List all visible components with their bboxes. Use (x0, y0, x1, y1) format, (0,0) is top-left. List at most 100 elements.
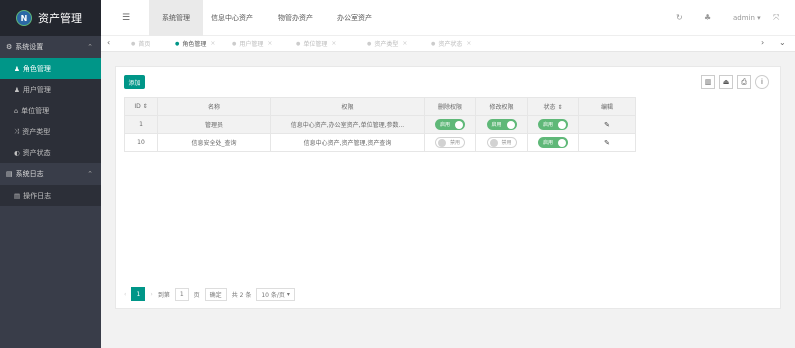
confirm-button[interactable]: 确定 (204, 287, 227, 301)
modify-permission-toggle[interactable]: 启用 (486, 119, 517, 130)
close-icon[interactable]: × (331, 40, 336, 47)
page-tab-label: 资产类型 (374, 41, 399, 48)
total-count: 共 2 条 (231, 291, 252, 299)
nav-group-system-settings[interactable]: ⚙ 系统设置 ⌃ (0, 36, 101, 58)
top-header: ☰ 系统管理 信息中心资产 物管办资产 办公室资产 ↻ ♣ admin ▾ ⤧ (101, 0, 795, 36)
sidebar-item-label: 资产类型 (22, 127, 51, 136)
dot-icon: ● (232, 40, 237, 47)
page-tab-label: 角色管理 (182, 41, 207, 48)
sidebar-item-asset-status[interactable]: ◐ 资产状态 (0, 142, 101, 163)
cell-permission: 信息中心资产,办公室资产,单位管理,参数... (270, 115, 425, 134)
columns-icon[interactable]: ▥ (701, 75, 715, 89)
user-menu[interactable]: admin ▾ (733, 14, 761, 22)
close-icon[interactable]: × (210, 40, 215, 47)
cell-id: 10 (124, 133, 158, 152)
page-tab-home[interactable]: ● 首页 (131, 36, 150, 51)
page-current[interactable]: 1 (131, 287, 146, 301)
column-header-edit: 编辑 (578, 97, 636, 116)
cell-edit: ✎ (578, 133, 636, 152)
pagination: ‹ 1 › 到第 1 页 确定 共 2 条 10 条/页 ▾ (124, 287, 300, 301)
pencil-icon[interactable]: ✎ (604, 139, 610, 147)
column-header-delete-permission: 删除权限 (424, 97, 476, 116)
menu-toggle-icon[interactable]: ☰ (122, 13, 130, 23)
status-toggle[interactable]: 启用 (538, 137, 568, 148)
add-button[interactable]: 添加 (124, 75, 145, 89)
prev-page-icon[interactable]: ‹ (124, 291, 126, 298)
role-table-card: 添加 ▥ ⏏ ⎙ i ID ⇕ 名称 权限 删除权限 修改权限 状态 ⇕ 编辑 … (115, 66, 781, 309)
chevron-up-icon: ⌃ (87, 170, 93, 178)
page-tab-label: 首页 (138, 41, 151, 48)
delete-permission-toggle[interactable]: 禁用 (435, 137, 465, 148)
table-header-row: ID ⇕ 名称 权限 删除权限 修改权限 状态 ⇕ 编辑 (124, 97, 636, 116)
nav-group-label: 系统设置 (15, 43, 44, 51)
modify-permission-toggle[interactable]: 禁用 (486, 137, 517, 148)
dot-icon: ● (296, 40, 301, 47)
page-tab-asset-status[interactable]: ● 资产状态 × (431, 36, 471, 51)
sort-icon: ⇕ (142, 103, 148, 110)
nav-submenu-system: ♟ 角色管理 ♟ 用户管理 ⌂ 单位管理 ⤨ 资产类型 ◐ 资产状态 (0, 58, 101, 163)
fullscreen-icon[interactable]: ⤧ (773, 13, 779, 23)
close-icon[interactable]: × (466, 40, 471, 47)
bank-icon: ⌂ (14, 106, 19, 115)
page-tab-label: 用户管理 (239, 41, 264, 48)
status-toggle[interactable]: 启用 (538, 119, 568, 130)
table-row[interactable]: 10 信息安全处_查询 信息中心资产,资产管理,资产查询 禁用 禁用 启用 ✎ (124, 133, 636, 152)
table-row[interactable]: 1 管理员 信息中心资产,办公室资产,单位管理,参数... 启用 启用 启用 ✎ (124, 115, 636, 134)
per-page-select[interactable]: 10 条/页 ▾ (256, 287, 295, 301)
print-icon[interactable]: ⎙ (737, 75, 751, 89)
cell-delete-permission: 禁用 (424, 133, 476, 152)
sidebar-item-asset-type[interactable]: ⤨ 资产类型 (0, 121, 101, 142)
theme-icon[interactable]: ♣ (704, 13, 711, 22)
sidebar-item-role-management[interactable]: ♟ 角色管理 (0, 58, 101, 79)
sidebar: N 资产管理 ⚙ 系统设置 ⌃ ♟ 角色管理 ♟ 用户管理 ⌂ 单位管理 ⤨ 资… (0, 0, 101, 348)
role-table: ID ⇕ 名称 权限 删除权限 修改权限 状态 ⇕ 编辑 1 管理员 信息中心资… (124, 97, 636, 152)
page-unit: 页 (193, 291, 200, 299)
pencil-icon[interactable]: ✎ (604, 121, 610, 129)
sidebar-item-operation-log[interactable]: ▤ 操作日志 (0, 185, 101, 206)
info-icon[interactable]: i (755, 75, 769, 89)
cell-delete-permission: 启用 (424, 115, 476, 134)
app-title: 资产管理 (38, 12, 82, 25)
column-header-status[interactable]: 状态 ⇕ (527, 97, 579, 116)
header-tab-info-center[interactable]: 信息中心资产 (211, 0, 253, 36)
next-page-icon[interactable]: › (150, 291, 152, 298)
column-header-modify-permission: 修改权限 (475, 97, 528, 116)
cell-modify-permission: 禁用 (475, 133, 528, 152)
header-tab-system[interactable]: 系统管理 (149, 0, 203, 36)
goto-label: 到第 (157, 291, 170, 299)
nav-group-system-log[interactable]: ▤ 系统日志 ⌃ (0, 163, 101, 185)
page-input[interactable]: 1 (174, 287, 189, 301)
sidebar-item-unit-management[interactable]: ⌂ 单位管理 (0, 100, 101, 121)
refresh-icon[interactable]: ↻ (676, 13, 683, 22)
cell-status: 启用 (527, 133, 579, 152)
page-tab-user[interactable]: ● 用户管理 × (232, 36, 272, 51)
header-tab-label: 物管办资产 (278, 14, 313, 22)
chevron-right-icon[interactable]: › (761, 38, 764, 47)
header-tab-office[interactable]: 办公室资产 (337, 0, 372, 36)
sidebar-item-user-management[interactable]: ♟ 用户管理 (0, 79, 101, 100)
sort-icon: ⇕ (557, 104, 563, 111)
cell-status: 启用 (527, 115, 579, 134)
per-page-value: 10 条/页 (261, 291, 285, 299)
export-icon[interactable]: ⏏ (719, 75, 733, 89)
page-tab-unit[interactable]: ● 单位管理 × (296, 36, 336, 51)
close-icon[interactable]: × (402, 40, 407, 47)
page-tab-role[interactable]: ● 角色管理 × (175, 36, 215, 51)
column-header-id[interactable]: ID ⇕ (124, 97, 158, 116)
header-tab-property[interactable]: 物管办资产 (278, 0, 313, 36)
dot-icon: ● (131, 40, 136, 47)
close-icon[interactable]: × (267, 40, 272, 47)
delete-permission-toggle[interactable]: 启用 (435, 119, 465, 130)
page-tab-bar: ‹ ● 首页 ● 角色管理 × ● 用户管理 × ● 单位管理 × ● 资产类型 × ● 资产状态 ×… (101, 36, 795, 52)
logo: N 资产管理 (0, 0, 101, 36)
dot-icon: ● (175, 40, 180, 47)
status-icon: ◐ (14, 148, 20, 157)
column-header-permission: 权限 (270, 97, 425, 116)
chevron-left-icon[interactable]: ‹ (107, 38, 110, 47)
cell-permission: 信息中心资产,资产管理,资产查询 (270, 133, 425, 152)
chevron-down-icon[interactable]: ⌄ (779, 38, 786, 47)
nav-submenu-log: ▤ 操作日志 (0, 185, 101, 206)
cell-name: 管理员 (157, 115, 271, 134)
page-tab-asset-type[interactable]: ● 资产类型 × (367, 36, 407, 51)
sidebar-item-label: 单位管理 (21, 106, 50, 115)
